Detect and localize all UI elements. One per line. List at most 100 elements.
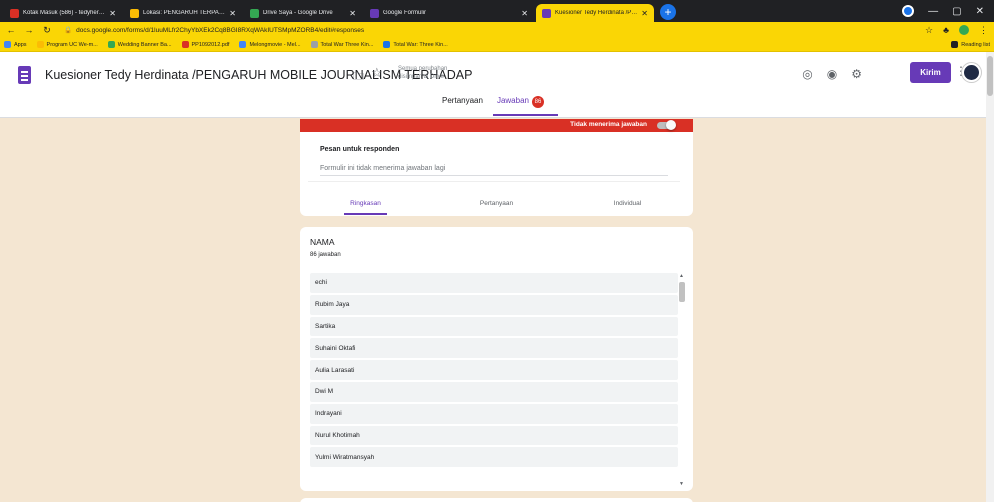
forms-header: Kuesioner Tedy Herdinata /PENGARUH MOBIL… (0, 52, 986, 118)
avatar[interactable] (962, 63, 981, 82)
tab-responses[interactable]: Jawaban 86 (492, 96, 559, 116)
bookmark-item[interactable]: Total War Three Kin... (310, 41, 374, 48)
bookmark-icon (383, 41, 391, 48)
browser-tab-strip: Kotak Masuk (586) - tedyherdina ✕ Lokasi: … (0, 0, 994, 22)
tab-title: Kuesioner Tedy Herdinata /PENG (555, 10, 639, 16)
preview-eye-icon[interactable]: ◉ (827, 67, 837, 81)
reading-list[interactable]: Reading list (951, 41, 990, 48)
save-status: Semua perubahan disimpan di Drive (398, 66, 448, 80)
bookmark-item[interactable]: Program UC We-m... (36, 41, 98, 48)
scroll-up-icon[interactable]: ▲ (679, 273, 684, 279)
question-summary-card: NAMA 86 jawaban echi Rubim Jaya Sartika Suh… (300, 227, 693, 491)
accepting-responses-toggle[interactable] (657, 120, 676, 130)
respondent-message-label: Pesan untuk responden (320, 146, 400, 153)
tab-summary[interactable]: Ringkasan (300, 200, 431, 215)
tab-favicon-icon (10, 8, 19, 18)
settings-gear-icon[interactable]: ⚙ (851, 67, 862, 81)
list-item: Yulmi Wiratmansyah (310, 447, 678, 468)
answer-list-scrollbar[interactable]: ▲ ▼ (678, 273, 686, 487)
reading-list-icon (951, 41, 959, 48)
profile-icon[interactable] (902, 5, 915, 17)
response-view-tabs: Ringkasan Pertanyaan Individual (300, 200, 693, 215)
tab-close-icon[interactable]: ✕ (641, 9, 648, 18)
tab-individual[interactable]: Individual (562, 200, 693, 207)
browser-tab[interactable]: Kotak Masuk (586) - tedyherdina ✕ (4, 4, 122, 22)
not-accepting-label: Tidak menerima jawaban (570, 121, 647, 128)
bookmark-item[interactable]: Melongmovie - Mel... (239, 41, 301, 48)
list-item: Sartika (310, 316, 678, 337)
bookmark-item[interactable]: Wedding Banner Ba... (107, 41, 172, 48)
scroll-down-icon[interactable]: ▼ (679, 481, 684, 487)
forms-logo-icon[interactable] (18, 66, 31, 84)
maximize-icon[interactable]: ▢ (952, 6, 961, 17)
account-icon[interactable] (959, 25, 969, 35)
respondent-message-section: Pesan untuk responden Formulir ini tidak… (308, 132, 680, 182)
toolbar-right-icons: ☆ ♣ ⋮ (925, 25, 988, 36)
page-scrollbar[interactable] (986, 52, 994, 502)
tabs-container: Kotak Masuk (586) - tedyherdina ✕ Lokasi: … (4, 4, 656, 22)
new-tab-button[interactable]: + (660, 4, 676, 20)
list-item: Nurul Khotimah (310, 425, 678, 446)
menu-kebab-icon[interactable]: ⋮ (979, 25, 988, 36)
bookmark-label: Apps (14, 41, 27, 48)
list-item: Indrayani (310, 403, 678, 424)
forward-icon[interactable]: → (24, 25, 34, 35)
tab-close-icon[interactable]: ✕ (521, 9, 528, 18)
page-scrollbar-thumb[interactable] (987, 56, 993, 96)
minimize-icon[interactable]: — (928, 6, 938, 17)
bookmark-label: Melongmovie - Mel... (249, 41, 301, 48)
header-actions: ◎ ◉ ⚙ (802, 67, 862, 81)
tab-favicon-icon (130, 8, 139, 18)
reload-icon[interactable]: ↻ (42, 25, 52, 36)
tab-questions[interactable]: Pertanyaan (442, 96, 483, 114)
bookmarks-container: Apps Program UC We-m... Wedding Banner Ba.… (4, 41, 448, 48)
browser-tab[interactable]: Kuesioner Tedy Herdinata /PENG ✕ (536, 4, 654, 22)
move-folder-icon[interactable]: 🗀 (353, 68, 364, 87)
palette-icon[interactable]: ◎ (802, 67, 812, 81)
tab-title: Drive Saya - Google Drive (263, 10, 333, 16)
tab-question[interactable]: Pertanyaan (431, 200, 562, 207)
bookmark-icon (181, 41, 189, 48)
tab-questions-label: Pertanyaan (442, 96, 483, 105)
tab-responses-label: Jawaban (496, 96, 529, 105)
answer-list-scroll-thumb[interactable] (679, 282, 685, 302)
tab-close-icon[interactable]: ✕ (349, 9, 356, 18)
tab-close-icon[interactable]: ✕ (109, 9, 116, 18)
star-icon[interactable]: ☆ (371, 65, 383, 81)
window-controls: — ▢ ✕ (902, 0, 994, 22)
url-text: docs.google.com/forms/d/1luuMLfr2ChyYbXE… (76, 26, 365, 34)
extensions-icon[interactable]: ♣ (943, 25, 949, 35)
not-accepting-bar: Tidak menerima jawaban (300, 119, 693, 132)
bookmark-star-icon[interactable]: ☆ (925, 25, 933, 36)
reading-list-label: Reading list (961, 41, 990, 48)
bookmark-icon (239, 41, 247, 48)
bookmark-item[interactable]: Total War: Three Kin... (383, 41, 448, 48)
answer-list[interactable]: echi Rubim Jaya Sartika Suhaini Oktafi Aulia… (310, 273, 678, 487)
bookmark-item[interactable]: PP1092012.pdf (181, 41, 229, 48)
browser-tab[interactable]: Lokasi: PENGARUH TERPAAN CT✕ (124, 4, 242, 22)
tab-close-icon[interactable]: ✕ (229, 9, 236, 18)
bookmark-icon (36, 41, 44, 48)
tab-favicon-icon (250, 8, 259, 18)
answer-count: 86 jawaban (310, 252, 341, 258)
responses-count-badge: 86 (531, 96, 544, 108)
list-item: Suhaini Oktafi (310, 338, 678, 359)
tab-title: Lokasi: PENGARUH TERPAAN CT (143, 10, 227, 16)
tab-title: Google Formulir (383, 10, 427, 16)
bookmark-item[interactable]: Apps (4, 41, 27, 48)
respondent-message-input[interactable]: Formulir ini tidak menerima jawaban lagi (320, 165, 668, 176)
list-item: Aulia Larasati (310, 360, 678, 380)
bookmark-icon (310, 41, 318, 48)
question-title: NAMA (310, 237, 335, 247)
bookmark-label: Total War Three Kin... (320, 41, 374, 48)
tab-title: Kotak Masuk (586) - tedyherdina (23, 10, 107, 16)
back-icon[interactable]: ← (6, 25, 16, 35)
browser-tab[interactable]: Drive Saya - Google Drive ✕ (244, 4, 362, 22)
list-item: echi (310, 273, 678, 293)
address-bar[interactable]: 🔒 docs.google.com/forms/d/1luuMLfr2ChyYb… (60, 24, 917, 36)
browser-tab[interactable]: Google Formulir ✕ (364, 4, 534, 22)
bookmark-icon (4, 41, 11, 48)
close-window-icon[interactable]: ✕ (976, 6, 984, 17)
list-item: Dwi M (310, 381, 678, 402)
send-button[interactable]: Kirim (910, 62, 951, 83)
